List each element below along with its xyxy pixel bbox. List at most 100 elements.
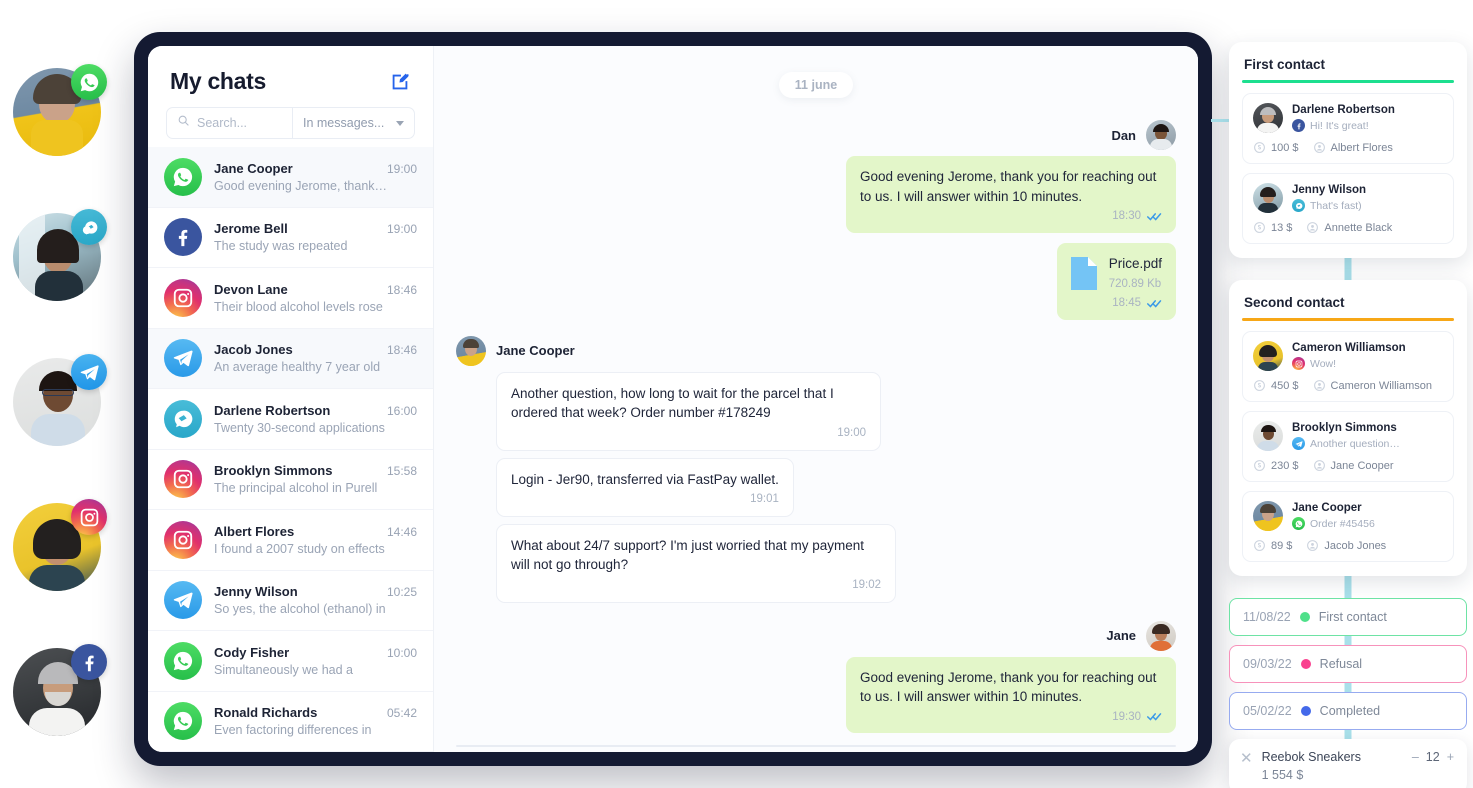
avatar [1253,341,1283,371]
message-meta: 18:30 [860,208,1162,225]
chat-item-body: Ronald Richards 05:42 Even factoring diffe… [214,705,417,737]
message-meta: 18:45 [1071,295,1162,312]
file-message-bubble[interactable]: Price.pdf 720.89 Kb 18:45 [1056,242,1176,320]
contact-meta: 230 $ Jane Cooper [1253,459,1443,472]
chat-item-top: Cody Fisher 10:00 [214,645,417,660]
telegram-icon [71,354,107,390]
chat-item-preview: The principal alcohol in Purell [214,481,378,496]
contact-cards: First contact Darlene Robertson Hi! It's g… [1229,42,1467,576]
instagram-icon [1292,357,1305,370]
floating-avatar-4 [13,644,107,736]
edit-square-icon[interactable] [389,71,411,93]
search-box[interactable] [167,108,293,138]
deal-amount: 450 $ [1253,379,1299,392]
day-divider: 11 june [778,72,854,98]
message-bubble[interactable]: Good evening Jerome, thank you for reach… [846,656,1176,734]
floating-avatar-2 [13,354,107,446]
stage-status-dot [1299,612,1310,622]
message-meta: 19:02 [511,577,881,594]
file-name: Price.pdf [1108,255,1162,271]
chat-list-item[interactable]: Ronald Richards 05:42 Even factoring diffe… [148,692,433,752]
chat-list-item[interactable]: Jerome Bell 19:00 The study was repeated [148,208,433,268]
chat-item-body: Devon Lane 18:46 Their blood alcohol level… [214,282,417,314]
product-card[interactable]: ✕ Reebok Sneakers 1 554 $ – 12 + [1229,739,1467,788]
search-input[interactable] [197,116,282,130]
contact-info: Brooklyn Simmons Another question… [1292,422,1400,450]
contact-row[interactable]: Jane Cooper Order #45456 89 $ Jacob Jones [1242,491,1454,562]
pipeline-stage-row[interactable]: 05/02/22 Completed [1229,692,1467,730]
avatar [1253,501,1283,531]
product-name: Reebok Sneakers [1261,750,1361,764]
quantity-stepper[interactable]: – 12 + [1412,750,1454,764]
whatsapp-icon [71,64,107,100]
message-bubble[interactable]: Good evening Jerome, thank you for reach… [846,156,1176,233]
decrement-button[interactable]: – [1412,750,1419,764]
contact-name: Brooklyn Simmons [1292,422,1397,434]
message-scroll-area[interactable]: 11 june Dan Good evening Jerome, thank y… [434,46,1198,737]
chat-item-top: Ronald Richards 05:42 [214,705,417,720]
chevron-down-icon [396,120,404,126]
chat-list-item[interactable]: Jane Cooper 19:00 Good evening Jerome, tha… [148,147,433,208]
chat-list-item[interactable]: Albert Flores 14:46 I found a 2007 study o… [148,510,433,571]
pipeline-stage-row[interactable]: 11/08/22 First contact [1229,598,1467,636]
deal-amount: 13 $ [1253,221,1292,234]
chat-item-time: 19:00 [386,222,417,237]
contact-meta: 100 $ Albert Flores [1253,141,1443,154]
message-text: Another question, how long to wait for t… [511,385,834,421]
chat-item-name: Jane Cooper [214,160,293,176]
contact-info: Cameron Williamson Wow! [1292,342,1406,370]
contact-row[interactable]: Cameron Williamson Wow! 450 $ Cameron Willi… [1242,331,1454,402]
contact-snippet-row: Wow! [1292,357,1406,370]
chat-list-item[interactable]: Devon Lane 18:46 Their blood alcohol level… [148,268,433,329]
chat-item-body: Jenny Wilson 10:25 So yes, the alcohol (et… [214,584,417,616]
message-bubble[interactable]: Another question, how long to wait for t… [496,371,881,451]
stage-date: 05/02/22 [1243,704,1292,718]
owner-name: Cameron Williamson [1330,379,1433,392]
owner-name: Albert Flores [1330,141,1393,154]
chat-list-item[interactable]: Brooklyn Simmons 15:58 The principal alcoh… [148,450,433,510]
close-icon[interactable]: ✕ [1240,751,1253,766]
contact-info: Jenny Wilson That's fast) [1292,184,1366,212]
page-title: My chats [170,68,267,94]
message-bubble[interactable]: Login - Jer90, transferred via FastPay w… [496,457,794,517]
chat-item-top: Devon Lane 18:46 [214,282,417,297]
stage-label: Completed [1319,704,1381,718]
chat-list-item[interactable]: Jenny Wilson 10:25 So yes, the alcohol (et… [148,571,433,631]
file-attachment[interactable]: Price.pdf 720.89 Kb [1070,254,1162,293]
message-filter-dropdown[interactable]: In messages... [293,108,414,138]
contact-row[interactable]: Darlene Robertson Hi! It's great! 100 $ Alb… [1242,93,1454,164]
pipeline-stage-row[interactable]: 09/03/22 Refusal [1229,645,1467,683]
message-bubble[interactable]: What about 24/7 support? I'm just worrie… [496,523,896,603]
outgoing-messages: Good evening Jerome, thank you for reach… [456,656,1176,734]
contact-row[interactable]: Jenny Wilson That's fast) 13 $ Annette Blac… [1242,173,1454,244]
increment-button[interactable]: + [1447,750,1454,764]
chat-item-body: Jacob Jones 18:46 An average healthy 7 yea… [214,342,417,374]
chat-list-item[interactable]: Darlene Robertson 16:00 Twenty 30-second a… [148,389,433,450]
chat-item-time: 15:58 [386,464,417,479]
contact-row[interactable]: Brooklyn Simmons Another question… 230 $ Ja… [1242,411,1454,482]
quantity-value: 12 [1425,750,1440,764]
contact-top: Brooklyn Simmons Another question… [1253,421,1443,451]
owner-name: Annette Black [1324,221,1393,234]
search-filter-row: In messages... [166,107,415,139]
app-window-frame: My chats Search... In messages... Jane C… [134,32,1212,766]
contact-name: Jenny Wilson [1292,184,1367,196]
chat-item-preview: Twenty 30-second applications [214,420,385,435]
chat-list[interactable]: Jane Cooper 19:00 Good evening Jerome, tha… [148,147,433,752]
message-text: Good evening Jerome, thank you for reach… [860,169,1157,204]
chat-list-item[interactable]: Jacob Jones 18:46 An average healthy 7 yea… [148,328,433,389]
contact-snippet-row: That's fast) [1292,199,1366,212]
chat-item-body: Albert Flores 14:46 I found a 2007 study o… [214,524,417,556]
contact-top: Darlene Robertson Hi! It's great! [1253,103,1443,133]
avatar [1253,421,1283,451]
conversation-panel: 11 june Dan Good evening Jerome, thank y… [434,46,1198,752]
facebook-icon [71,644,107,680]
whatsapp-icon [164,157,202,196]
deal-owner: Jacob Jones [1306,539,1386,552]
whatsapp-icon [1292,517,1305,530]
chat-list-item[interactable]: Cody Fisher 10:00 Simultaneously we had a [148,631,433,692]
card-title: First contact [1244,57,1326,72]
contact-name: Darlene Robertson [1292,104,1395,116]
chat-item-preview: The study was repeated [214,239,348,254]
message-composer[interactable]: studio respond in message Enter message.… [456,745,1176,748]
